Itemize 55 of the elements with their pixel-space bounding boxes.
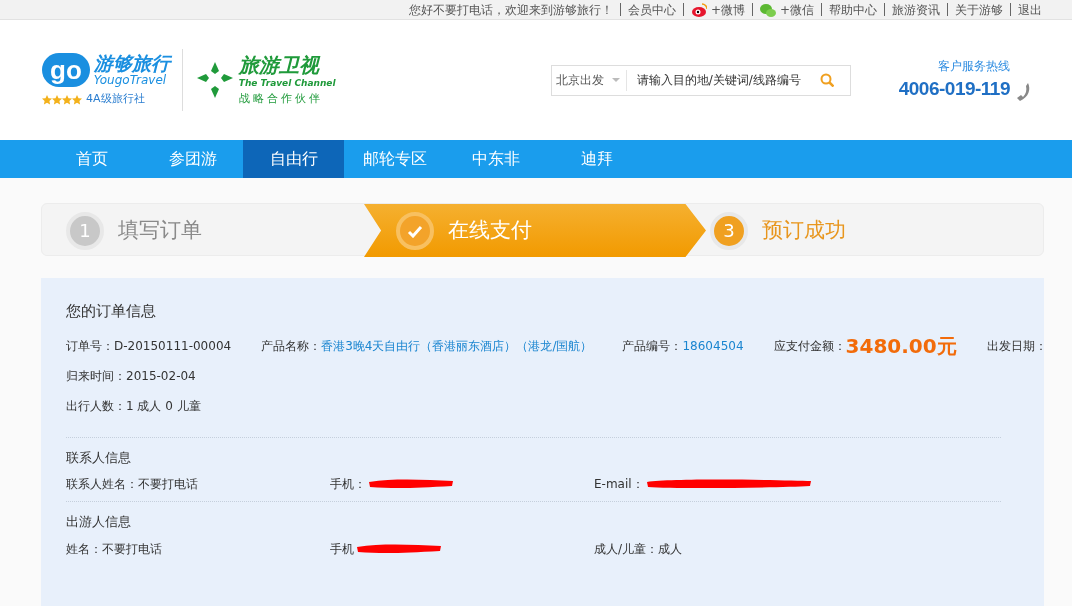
field-label: 手机： xyxy=(330,476,366,493)
field-label: 出发日期： xyxy=(986,337,1047,355)
step-number: 3 xyxy=(710,211,748,250)
partner-name: 旅游卫视 xyxy=(238,53,322,77)
top-link[interactable]: 会员中心 xyxy=(627,0,676,19)
section-title: 您的订单信息 xyxy=(66,301,157,322)
field-label: 应支付金额： xyxy=(773,337,846,355)
field-value: 成人 xyxy=(658,540,683,558)
stars-icon xyxy=(42,94,82,105)
hotline-number: 4006-019-119 xyxy=(898,76,1010,101)
field-label: 归来时间： xyxy=(66,367,126,385)
field-label: 联系人姓名： xyxy=(66,476,138,493)
field-label: 产品编号： xyxy=(622,337,683,355)
field-label: 订单号： xyxy=(66,337,114,355)
top-link[interactable]: 旅游资讯 xyxy=(892,0,940,19)
partner-tagline: 战略合作伙伴 xyxy=(238,90,324,107)
field-value: D-20150111-00004 xyxy=(114,337,232,355)
nav-tab[interactable]: 自由行 xyxy=(243,140,344,178)
product-link[interactable]: 18604504 xyxy=(682,336,744,355)
partner-name-english: The Travel Channel xyxy=(238,77,336,90)
city-dropdown[interactable]: 北京出发 xyxy=(551,69,627,91)
field-value: 不要打电话 xyxy=(102,540,162,558)
top-link[interactable]: 关于游够 xyxy=(955,0,1003,19)
field-value: 1 成人 0 儿童 xyxy=(126,397,201,415)
chat-icon xyxy=(759,2,776,17)
top-link[interactable]: +微信 xyxy=(759,0,814,19)
field-value: 2015-02-04 xyxy=(126,367,196,385)
rating-text: 4A级旅行社 xyxy=(86,91,145,108)
step-label: 在线支付 xyxy=(448,216,532,244)
search-icon xyxy=(819,73,834,87)
brand-name-english: YougoTravel xyxy=(93,74,167,88)
search-bar[interactable]: 北京出发 请输入目的地/关键词/线路编号 xyxy=(550,64,851,96)
greeting-text: 您好不要打电话，欢迎来到游够旅行！ xyxy=(408,1,613,19)
caret-icon xyxy=(611,78,620,82)
top-link[interactable]: 帮助中心 xyxy=(829,0,877,19)
field-label: 手机 xyxy=(330,540,354,558)
check-icon xyxy=(396,211,434,250)
field-label: 出行人数： xyxy=(66,397,126,415)
top-link[interactable]: 退出 xyxy=(1018,0,1042,19)
top-link[interactable]: +微博 xyxy=(690,0,745,19)
hotline-label: 客户服务热线 xyxy=(938,57,1010,75)
field-label: 姓名： xyxy=(66,540,102,558)
field-value: 3480.00元 xyxy=(845,332,957,360)
weibo-icon xyxy=(690,2,707,17)
step-label: 填写订单 xyxy=(118,216,202,244)
brand-name: 游够旅行 xyxy=(93,52,170,75)
section-title: 联系人信息 xyxy=(66,448,132,467)
field-label: 成人/儿童： xyxy=(594,540,659,558)
logo-mark: go xyxy=(42,52,90,87)
section-title: 出游人信息 xyxy=(66,513,132,531)
product-link[interactable]: 香港3晚4天自由行（香港丽东酒店）（港龙/国航） xyxy=(321,336,593,355)
field-value: 不要打电话 xyxy=(138,476,198,493)
step-label: 预订成功 xyxy=(762,216,846,244)
field-label: 产品名称： xyxy=(261,337,322,355)
field-label: E-mail： xyxy=(594,476,644,493)
